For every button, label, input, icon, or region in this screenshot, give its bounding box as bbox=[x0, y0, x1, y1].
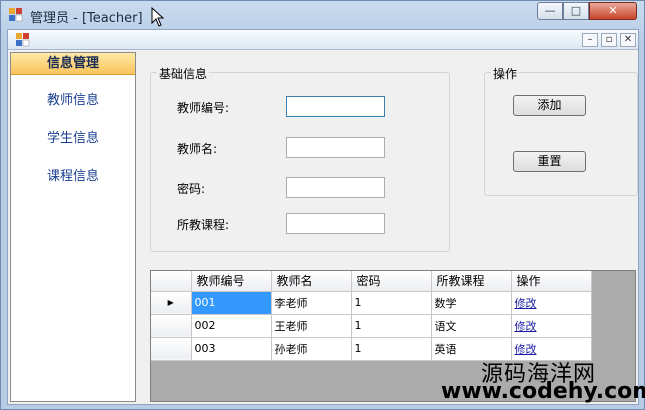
mdi-child-window: – ▫ ✕ 信息管理 教师信息 学生信息 课程信息 基础信息 教师编号: 教师名… bbox=[7, 29, 639, 405]
table-cell[interactable]: 语文 bbox=[431, 314, 512, 338]
mouse-cursor-icon bbox=[151, 7, 165, 27]
row-header[interactable] bbox=[151, 337, 192, 361]
row-header-corner[interactable] bbox=[151, 271, 192, 292]
operations-legend: 操作 bbox=[491, 65, 520, 82]
child-close-button[interactable]: ✕ bbox=[620, 33, 636, 47]
course-input[interactable] bbox=[286, 213, 385, 234]
window-title: 管理员 - [Teacher] bbox=[30, 11, 143, 26]
title-bar[interactable]: 管理员 - [Teacher] — □ ✕ bbox=[1, 1, 644, 29]
column-header[interactable]: 密码 bbox=[351, 271, 432, 292]
row-header[interactable] bbox=[151, 314, 192, 338]
table-header-row: 教师编号 教师名 密码 所教课程 操作 bbox=[151, 271, 592, 292]
table-cell[interactable]: 孙老师 bbox=[271, 337, 352, 361]
nav-item-student-info[interactable]: 学生信息 bbox=[11, 127, 135, 146]
password-label: 密码: bbox=[177, 182, 206, 196]
table-cell[interactable]: 1 bbox=[351, 291, 432, 315]
column-header[interactable]: 教师编号 bbox=[191, 271, 272, 292]
window-minimize-button[interactable]: — bbox=[537, 2, 563, 20]
column-header[interactable]: 所教课程 bbox=[431, 271, 512, 292]
course-label: 所教课程: bbox=[177, 218, 230, 232]
table-cell[interactable]: 王老师 bbox=[271, 314, 352, 338]
child-minimize-button[interactable]: – bbox=[582, 33, 598, 47]
teacher-id-input[interactable] bbox=[286, 96, 385, 117]
nav-panel: 信息管理 教师信息 学生信息 课程信息 bbox=[10, 52, 136, 402]
table-cell[interactable]: 001 bbox=[191, 291, 272, 315]
table-row[interactable]: 002 王老师 1 语文 修改 bbox=[151, 314, 592, 338]
teacher-name-label: 教师名: bbox=[177, 142, 218, 156]
column-header[interactable]: 操作 bbox=[511, 271, 592, 292]
teacher-id-label: 教师编号: bbox=[177, 101, 230, 115]
table-row[interactable]: ▶ 001 李老师 1 数学 修改 bbox=[151, 291, 592, 315]
edit-link[interactable]: 修改 bbox=[511, 291, 592, 315]
main-window: 管理员 - [Teacher] — □ ✕ – ▫ ✕ 信息管理 教师信息 学生… bbox=[0, 0, 645, 410]
edit-link[interactable]: 修改 bbox=[511, 314, 592, 338]
nav-header[interactable]: 信息管理 bbox=[11, 53, 135, 75]
reset-button[interactable]: 重置 bbox=[513, 151, 586, 172]
window-close-button[interactable]: ✕ bbox=[589, 2, 637, 20]
app-icon bbox=[9, 8, 23, 22]
table-cell[interactable]: 李老师 bbox=[271, 291, 352, 315]
mdi-child-bar: – ▫ ✕ bbox=[8, 30, 638, 50]
password-input[interactable] bbox=[286, 177, 385, 198]
table-cell[interactable]: 数学 bbox=[431, 291, 512, 315]
operations-group: 操作 添加 重置 bbox=[484, 65, 638, 196]
nav-item-course-info[interactable]: 课程信息 bbox=[11, 165, 135, 184]
table-cell[interactable]: 1 bbox=[351, 314, 432, 338]
nav-item-teacher-info[interactable]: 教师信息 bbox=[11, 89, 135, 108]
teacher-name-input[interactable] bbox=[286, 137, 385, 158]
basic-info-legend: 基础信息 bbox=[157, 65, 210, 82]
table-cell[interactable]: 002 bbox=[191, 314, 272, 338]
add-button[interactable]: 添加 bbox=[513, 95, 586, 116]
current-row-indicator-icon[interactable]: ▶ bbox=[151, 291, 192, 315]
basic-info-group: 基础信息 教师编号: 教师名: 密码: 所教课程: bbox=[150, 65, 450, 252]
teacher-table: 教师编号 教师名 密码 所教课程 操作 ▶ 001 李老师 1 数学 修改 00… bbox=[151, 271, 592, 361]
table-cell[interactable]: 003 bbox=[191, 337, 272, 361]
table-cell[interactable]: 1 bbox=[351, 337, 432, 361]
column-header[interactable]: 教师名 bbox=[271, 271, 352, 292]
window-maximize-button[interactable]: □ bbox=[563, 2, 589, 20]
watermark-url: www.codehy.com bbox=[441, 379, 645, 404]
child-restore-button[interactable]: ▫ bbox=[601, 33, 617, 47]
child-app-icon[interactable] bbox=[16, 33, 30, 47]
